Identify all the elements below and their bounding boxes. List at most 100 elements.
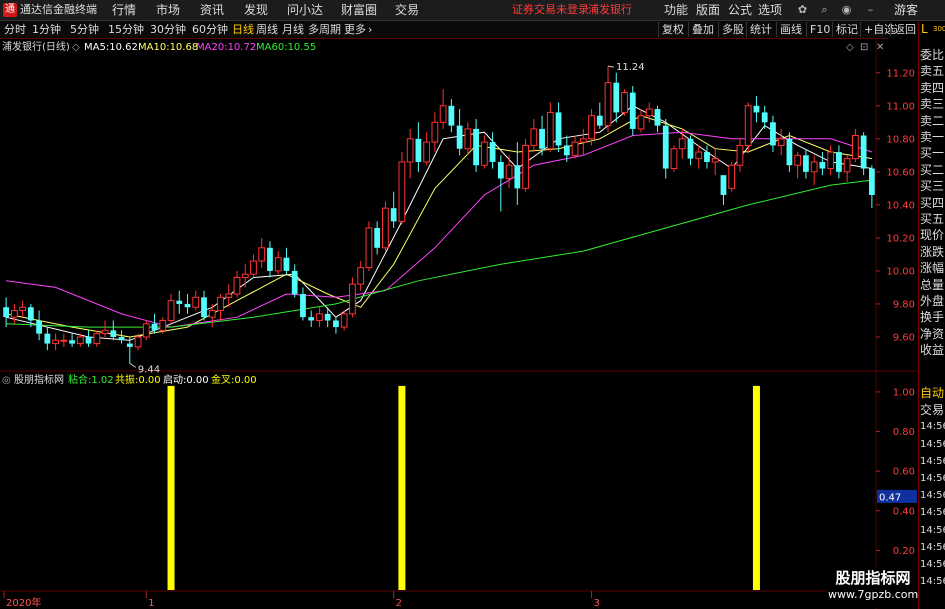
price-tick-label: 10.00 xyxy=(886,266,915,277)
user-icon[interactable]: ◉ xyxy=(840,3,853,16)
indicator-start-value: 启动:0.00 xyxy=(163,375,209,386)
watermark-title: 股朋指标网 xyxy=(835,569,911,587)
panel-item: 卖二 xyxy=(920,113,945,128)
candle-body xyxy=(19,306,26,312)
expand-icon[interactable]: ⊡ xyxy=(860,42,868,54)
minimize-icon[interactable]: – xyxy=(864,3,877,16)
menu-assistant[interactable]: 问小达 xyxy=(287,2,323,18)
candle-body xyxy=(728,164,736,189)
indicator-bond-value: 粘合:1.02 xyxy=(68,375,114,386)
title-bar: 通 通达信金融终端 行情 市场 资讯 发现 问小达 财富圈 交易 证券交易未登录… xyxy=(0,0,945,21)
menu-layout[interactable]: 版面 xyxy=(696,2,720,18)
f10-button[interactable]: F10 xyxy=(806,22,833,37)
candle-body xyxy=(415,138,422,162)
candle-body xyxy=(10,310,18,318)
candle-body xyxy=(192,296,200,308)
candle-body xyxy=(645,108,653,117)
tab-30min[interactable]: 30分钟 xyxy=(150,22,186,37)
candle-body xyxy=(184,303,191,308)
panel-item: 现价 xyxy=(920,228,945,243)
candle-body xyxy=(464,128,472,150)
tab-daily[interactable]: 日线 xyxy=(232,22,254,37)
candle-body xyxy=(390,208,397,222)
adjust-button[interactable]: 复权 xyxy=(658,22,687,37)
candle-body xyxy=(349,283,356,315)
menu-formula[interactable]: 公式 xyxy=(728,2,752,18)
candle-body xyxy=(662,125,669,169)
candle-body xyxy=(505,164,513,179)
candle-body xyxy=(836,152,842,172)
menu-wealth-circle[interactable]: 财富圈 xyxy=(341,2,377,18)
tab-5min[interactable]: 5分钟 xyxy=(70,22,99,37)
panel-item: 换手 xyxy=(920,310,945,325)
candle-body xyxy=(456,125,463,149)
candle-body xyxy=(819,161,826,169)
mark-button[interactable]: 标记 xyxy=(832,22,861,37)
panel-item: 14:56 xyxy=(920,473,945,484)
login-notice[interactable]: 证券交易未登录 xyxy=(512,3,589,17)
candle-body xyxy=(142,323,150,338)
candle-body xyxy=(365,227,373,269)
price-tick-label: 11.00 xyxy=(886,101,915,112)
candle-body xyxy=(44,333,51,344)
panel-item: 14:56 xyxy=(920,490,945,502)
chevron-right-icon[interactable]: › xyxy=(368,22,372,37)
tab-1min[interactable]: 1分钟 xyxy=(32,22,61,37)
candle-body xyxy=(571,141,579,156)
tab-intraday[interactable]: 分时 xyxy=(4,22,26,37)
close-icon[interactable]: ✕ xyxy=(876,42,884,54)
menu-options[interactable]: 选项 xyxy=(758,2,782,18)
multi-stock-button[interactable]: 多股 xyxy=(718,22,747,37)
panel-header-sub: 300 xyxy=(933,25,945,33)
candle-body xyxy=(695,151,703,160)
indicator-tick-label: 0.80 xyxy=(893,427,915,438)
panel-item: 14:56 xyxy=(920,455,945,467)
menu-trade[interactable]: 交易 xyxy=(395,2,419,18)
settings-diamond-icon[interactable]: ◇ xyxy=(846,42,854,54)
panel-item: 自动 xyxy=(920,386,945,400)
tab-15min[interactable]: 15分钟 xyxy=(108,22,144,37)
candle-body xyxy=(555,112,562,146)
tab-multi-period[interactable]: 多周期 xyxy=(308,22,341,37)
menu-market-quotes[interactable]: 行情 xyxy=(112,2,136,18)
candle-body xyxy=(448,105,455,126)
panel-item: 买三 xyxy=(920,179,945,194)
panel-item: 14:56 xyxy=(920,438,945,450)
candle-body xyxy=(225,293,233,298)
palette-icon[interactable]: ✿ xyxy=(796,3,809,16)
indicator-tick-label: 0.40 xyxy=(893,506,915,517)
tab-60min[interactable]: 60分钟 xyxy=(192,22,228,37)
indicator-tick-label: 0.60 xyxy=(893,467,915,478)
candle-body xyxy=(522,144,529,189)
panel-item: 买四 xyxy=(920,195,945,210)
menu-news[interactable]: 资讯 xyxy=(200,2,224,18)
tab-weekly[interactable]: 周线 xyxy=(256,22,278,37)
back-button[interactable]: 返回 xyxy=(890,22,919,37)
overlay-button[interactable]: 叠加 xyxy=(688,22,717,37)
candle-body xyxy=(201,297,207,318)
candle-body xyxy=(406,138,414,163)
guest-label[interactable]: 游客 xyxy=(894,2,918,18)
drawing-button[interactable]: 画线 xyxy=(776,22,805,37)
tab-more[interactable]: 更多 xyxy=(344,22,366,37)
tab-monthly[interactable]: 月线 xyxy=(282,22,304,37)
price-tick-label: 10.20 xyxy=(886,233,915,244)
panel-item: 14:56 xyxy=(920,507,945,519)
menu-market[interactable]: 市场 xyxy=(156,2,180,18)
kline-chart[interactable]: 11.2011.0010.8010.6010.4010.2010.009.809… xyxy=(0,38,918,609)
menu-functions[interactable]: 功能 xyxy=(664,2,688,18)
candle-body xyxy=(27,307,34,321)
candle-body xyxy=(473,128,479,166)
panel-item: 14:56 xyxy=(920,541,945,553)
candle-body xyxy=(704,152,710,162)
candle-body xyxy=(670,148,678,170)
price-tick-label: 10.60 xyxy=(886,167,915,178)
candle-body xyxy=(852,135,859,160)
menu-discover[interactable]: 发现 xyxy=(244,2,268,18)
statistics-button[interactable]: 统计 xyxy=(746,22,775,37)
diamond-icon[interactable]: ◇ xyxy=(72,42,80,54)
search-icon[interactable]: ⌕ xyxy=(818,3,831,16)
candle-body xyxy=(374,227,381,248)
candle-body xyxy=(563,145,570,156)
indicator-toggle-icon[interactable]: ◎ xyxy=(2,375,11,387)
